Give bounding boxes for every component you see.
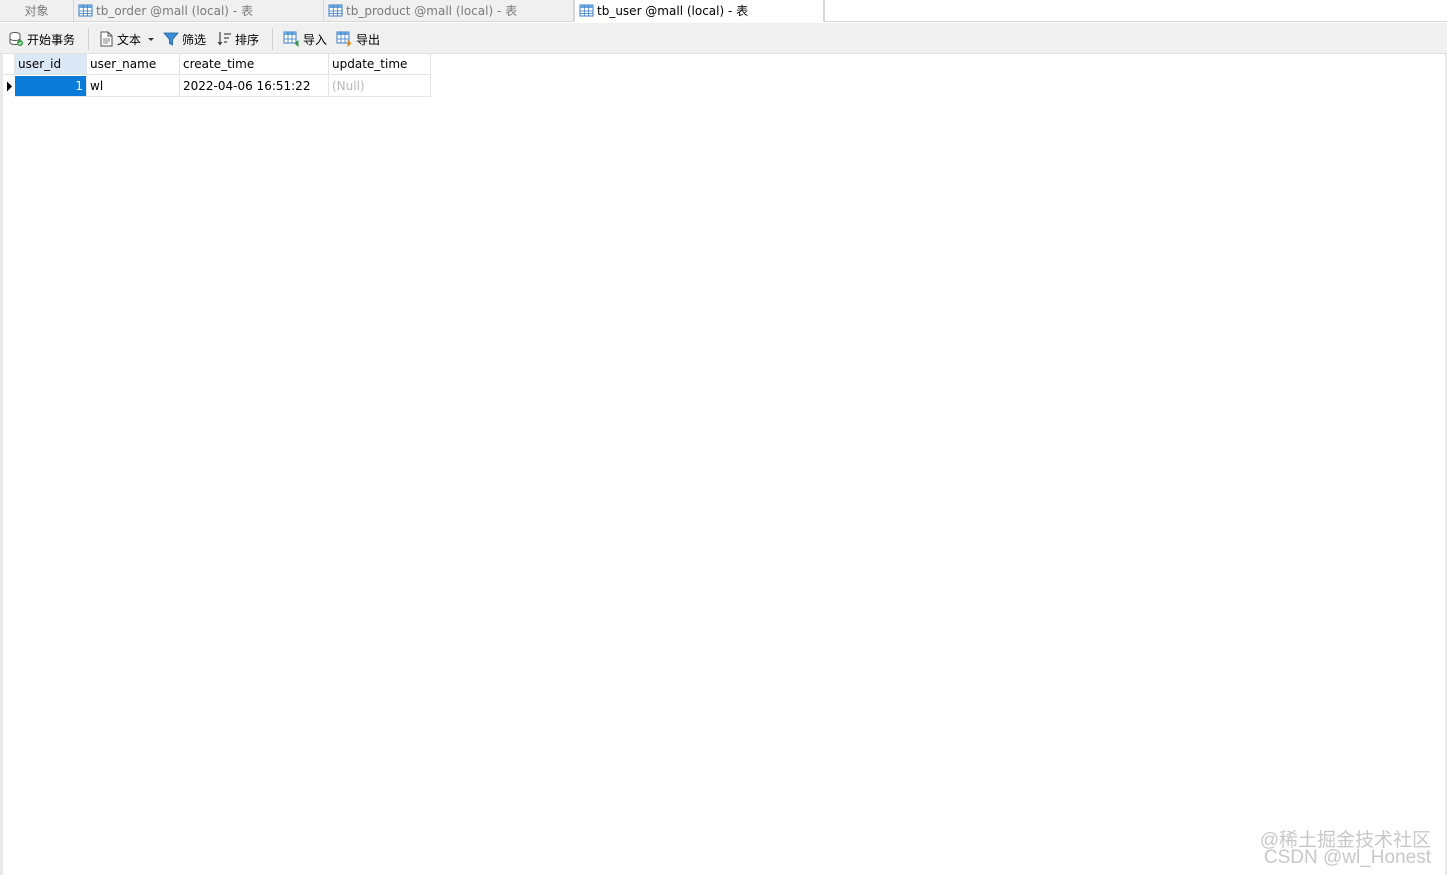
column-header-update-time[interactable]: update_time [329, 54, 431, 75]
column-header-user-name[interactable]: user_name [87, 54, 180, 75]
import-button[interactable]: 导入 [283, 30, 327, 48]
tab-tb-order[interactable]: tb_order @mall (local) - 表 [74, 0, 324, 22]
database-transaction-icon [9, 32, 23, 46]
tab-label: tb_product @mall (local) - 表 [346, 4, 518, 18]
filter-funnel-icon [163, 32, 179, 46]
table-icon [78, 4, 93, 17]
begin-transaction-button[interactable]: 开始事务 [8, 30, 75, 48]
filter-label: 筛选 [182, 32, 207, 47]
chevron-down-icon [148, 38, 155, 41]
text-view-label: 文本 [117, 32, 142, 47]
table-export-icon [336, 31, 352, 47]
tab-label: tb_user @mall (local) - 表 [597, 4, 749, 18]
toolbar-separator [272, 28, 273, 50]
text-view-button[interactable]: 文本 [99, 30, 159, 48]
table-import-icon [283, 31, 299, 47]
table-icon [579, 4, 594, 17]
column-header-user-id[interactable]: user_id [15, 54, 87, 75]
export-label: 导出 [356, 32, 381, 47]
begin-transaction-label: 开始事务 [27, 32, 76, 47]
tab-objects[interactable]: 对象 [0, 0, 74, 22]
filter-button[interactable]: 筛选 [163, 30, 206, 48]
tab-label: tb_order @mall (local) - 表 [96, 4, 253, 18]
column-header-create-time[interactable]: create_time [180, 54, 329, 75]
current-row-indicator[interactable] [3, 76, 15, 97]
export-button[interactable]: 导出 [336, 30, 380, 48]
cell-create-time[interactable]: 2022-04-06 16:51:22 [180, 76, 329, 97]
cell-user-name[interactable]: wl [87, 76, 180, 97]
toolbar: 开始事务 文本 筛选 排序 导入 导出 [0, 23, 1447, 54]
toolbar-separator [88, 28, 89, 50]
tab-objects-label: 对象 [24, 4, 49, 18]
tab-tb-product[interactable]: tb_product @mall (local) - 表 [324, 0, 574, 22]
import-label: 导入 [303, 32, 328, 47]
sort-label: 排序 [235, 32, 260, 47]
sort-icon [217, 32, 231, 46]
navicat-table-window: 对象 tb_order @mall (local) - 表 tb_product… [0, 0, 1447, 875]
row-pointer-icon [6, 81, 12, 92]
sort-button[interactable]: 排序 [216, 30, 259, 48]
tab-tb-user[interactable]: tb_user @mall (local) - 表 [574, 0, 824, 22]
document-icon [100, 31, 113, 47]
table-icon [328, 4, 343, 17]
tab-bar: 对象 tb_order @mall (local) - 表 tb_product… [0, 0, 1447, 23]
tab-bar-empty-space [824, 0, 1447, 22]
cell-update-time[interactable]: (Null) [329, 76, 431, 97]
cell-user-id[interactable]: 1 [15, 76, 87, 97]
row-header-corner [3, 54, 15, 75]
data-grid-area: user_id user_name create_time update_tim… [0, 54, 1447, 875]
